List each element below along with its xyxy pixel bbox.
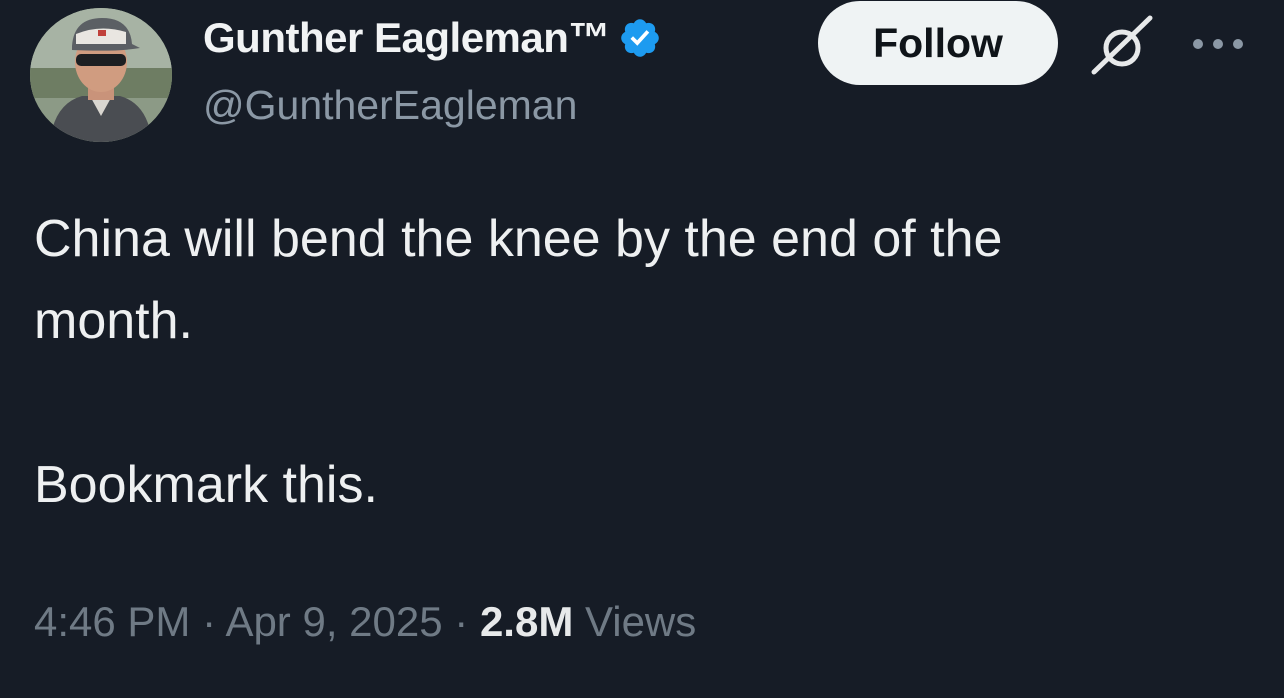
tweet-date[interactable]: Apr 9, 2025	[225, 598, 442, 645]
follow-button[interactable]: Follow	[818, 1, 1058, 85]
meta-separator: ·	[190, 598, 226, 645]
views-label: Views	[584, 598, 697, 645]
avatar[interactable]	[30, 8, 172, 142]
more-options-icon[interactable]	[1190, 36, 1246, 52]
author-name-row: Gunther Eagleman™	[203, 10, 662, 66]
tweet-card: Gunther Eagleman™ @GuntherEagleman Follo…	[0, 0, 1284, 698]
display-name[interactable]: Gunther Eagleman™	[203, 14, 610, 62]
meta-separator: ·	[442, 598, 480, 645]
tweet-time[interactable]: 4:46 PM	[34, 598, 190, 645]
tweet-meta: 4:46 PM · Apr 9, 2025 · 2.8M Views	[34, 598, 696, 646]
views-count: 2.8M	[479, 598, 574, 645]
author-handle[interactable]: @GuntherEagleman	[203, 82, 577, 129]
verified-badge-icon[interactable]	[618, 16, 662, 60]
avatar-photo	[30, 8, 172, 142]
grok-icon[interactable]	[1088, 12, 1156, 80]
tweet-text: China will bend the knee by the end of t…	[34, 210, 1003, 514]
